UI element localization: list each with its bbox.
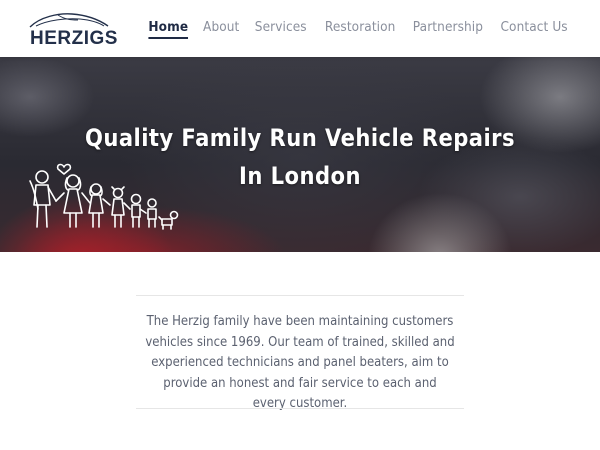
logo-link[interactable]: HERZIGS bbox=[28, 11, 117, 49]
intro-top-divider bbox=[136, 295, 464, 296]
nav-about[interactable]: About bbox=[203, 18, 239, 39]
site-header: HERZIGS Home About Services Restoration … bbox=[0, 0, 600, 57]
intro-section: The Herzig family have been maintaining … bbox=[128, 312, 472, 415]
logo-text: HERZIGS bbox=[30, 28, 118, 49]
main-nav: Home About Services Restoration Partners… bbox=[134, 18, 568, 39]
nav-restoration[interactable]: Restoration bbox=[325, 18, 396, 39]
nav-partnership[interactable]: Partnership bbox=[413, 18, 483, 39]
family-stick-figures-icon bbox=[29, 163, 179, 230]
nav-home[interactable]: Home bbox=[148, 18, 189, 39]
intro-text: The Herzig family have been maintaining … bbox=[145, 314, 455, 411]
nav-services[interactable]: Services bbox=[255, 18, 307, 39]
hero-banner: Quality Family Run Vehicle Repairs In Lo… bbox=[0, 57, 600, 252]
hero-title-line-1: Quality Family Run Vehicle Repairs bbox=[84, 124, 516, 152]
nav-contact-us[interactable]: Contact Us bbox=[501, 18, 568, 39]
intro-bottom-divider bbox=[136, 408, 464, 409]
